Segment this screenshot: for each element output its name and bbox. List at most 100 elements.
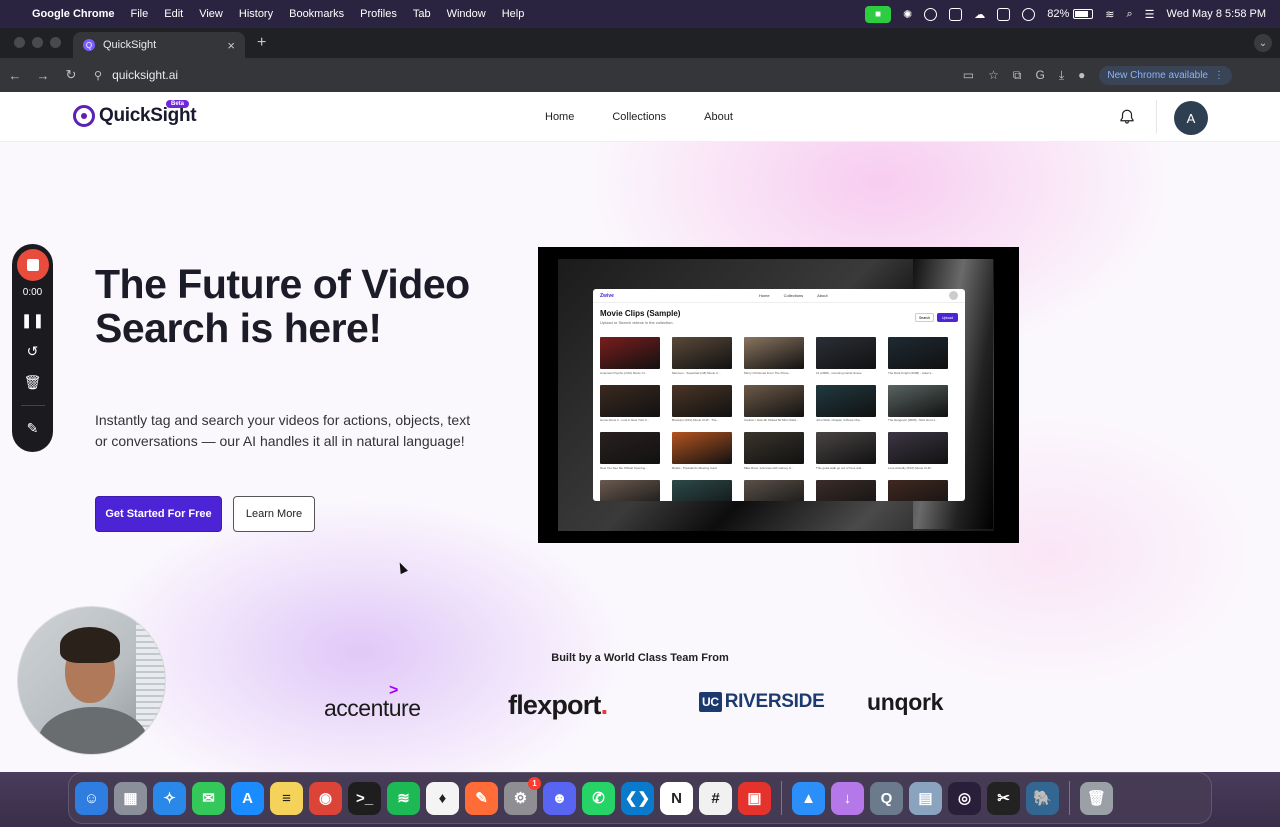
dock-notion-icon[interactable]: N xyxy=(660,781,693,815)
menu-bookmarks[interactable]: Bookmarks xyxy=(289,8,344,20)
menu-app-name[interactable]: Google Chrome xyxy=(32,8,115,20)
dock-system-settings-icon[interactable]: ⚙ 1 xyxy=(504,776,541,815)
address-bar[interactable]: ⚲ quicksight.ai ▭ ☆ ⧉ G ⤓ ● New Chrome a… xyxy=(92,62,1232,88)
demo-clip-caption: Now You See Me Official Opening... xyxy=(600,465,648,470)
dock-spotify-icon[interactable]: ≋ xyxy=(387,781,420,815)
nav-home[interactable]: Home xyxy=(545,111,574,123)
demo-clip-thumbnail xyxy=(888,337,948,369)
dock-whatsapp-icon[interactable]: ✆ xyxy=(582,781,615,815)
extensions-icon[interactable]: ⧉ xyxy=(1013,68,1022,83)
demo-clip-item xyxy=(672,479,732,501)
pause-icon[interactable]: ❚❚ xyxy=(21,311,44,329)
dock-keynote-icon[interactable]: ▲ xyxy=(792,781,825,815)
url-text[interactable]: quicksight.ai xyxy=(112,68,178,82)
close-tab-icon[interactable]: × xyxy=(227,38,235,53)
control-center-icon[interactable]: ☰ xyxy=(1145,8,1155,21)
dock-trash-icon[interactable]: 🗑 xyxy=(1080,781,1113,815)
delete-icon[interactable]: 🗑 xyxy=(24,373,42,391)
dock-messages-icon[interactable]: ✉ xyxy=(192,781,225,815)
dock-quicktime-icon[interactable]: Q xyxy=(870,781,903,815)
chrome-update-button[interactable]: New Chrome available ⋮ xyxy=(1099,65,1232,85)
demo-clip-item: 21 (2008) - Counting Cards Scene xyxy=(816,337,876,375)
weather-icon[interactable]: ☁ xyxy=(974,8,985,21)
dock-final-cut-icon[interactable]: ✂ xyxy=(987,781,1020,815)
menu-tab[interactable]: Tab xyxy=(413,8,431,20)
menu-view[interactable]: View xyxy=(199,8,223,20)
vpn-icon[interactable] xyxy=(949,7,963,21)
dock-app-store-icon[interactable]: A xyxy=(231,781,264,815)
camera-indicator-icon[interactable]: ■ xyxy=(865,5,892,23)
demo-collection-title: Movie Clips (Sample) xyxy=(600,309,681,318)
dock-discord-icon[interactable]: ☻ xyxy=(543,781,576,815)
back-icon[interactable]: ← xyxy=(8,68,22,83)
dock-preview-icon[interactable]: ▤ xyxy=(909,781,942,815)
bookmark-star-icon[interactable]: ☆ xyxy=(988,68,999,82)
dock-obs-icon[interactable]: ◎ xyxy=(948,781,981,815)
demo-clip-item xyxy=(816,479,876,501)
dock-flashcards-icon[interactable]: ▣ xyxy=(738,781,771,815)
quicksight-logo[interactable]: QuickSight Beta xyxy=(73,100,197,127)
webcam-bubble[interactable] xyxy=(17,606,166,755)
keyboard-icon[interactable] xyxy=(997,7,1011,21)
new-tab-icon[interactable]: + xyxy=(245,34,278,58)
dock-notes-icon[interactable]: ≡ xyxy=(270,781,303,815)
learn-more-button[interactable]: Learn More xyxy=(233,496,315,532)
close-window-button[interactable] xyxy=(14,37,25,48)
download-icon[interactable]: ⤓ xyxy=(1059,68,1064,83)
stop-recording-button[interactable] xyxy=(16,249,49,281)
profile-icon[interactable]: ● xyxy=(1078,68,1085,82)
dock-mongodb-icon[interactable]: ♦ xyxy=(426,781,459,815)
cast-icon[interactable]: ▭ xyxy=(963,68,974,82)
tab-quicksight[interactable]: Q QuickSight × xyxy=(73,32,245,58)
dock-launchpad-icon[interactable]: ▦ xyxy=(114,781,147,815)
spotlight-search-icon[interactable]: ⌕ xyxy=(1127,8,1133,21)
uc-mark: UC xyxy=(699,692,722,712)
header-divider xyxy=(1156,100,1157,134)
user-avatar[interactable]: A xyxy=(1174,101,1208,135)
demo-clip-caption: American Psycho (2/10) Movie Cl... xyxy=(600,370,648,375)
dock-downloads-icon[interactable]: ↓ xyxy=(831,781,864,815)
reload-icon[interactable]: ↻ xyxy=(64,67,78,83)
restart-icon[interactable]: ↺ xyxy=(27,342,39,360)
dock-postgres-icon[interactable]: 🐘 xyxy=(1026,781,1059,815)
wifi-icon[interactable]: ≋ xyxy=(1105,8,1114,21)
nav-collections[interactable]: Collections xyxy=(612,111,666,123)
dock-slack-icon[interactable]: # xyxy=(699,781,732,815)
dock-postman-icon[interactable]: ✎ xyxy=(465,781,498,815)
menubar-clock[interactable]: Wed May 8 5:58 PM xyxy=(1167,8,1266,20)
menu-help[interactable]: Help xyxy=(502,8,525,20)
demo-clip-item: Home Alone 2 - Lost in New York C... xyxy=(600,384,660,422)
play-icon[interactable] xyxy=(1022,7,1036,21)
demo-clip-item: Rustic - President's Meeting Card xyxy=(672,432,732,470)
google-icon[interactable]: G xyxy=(1035,68,1044,82)
demo-clip-thumbnail xyxy=(600,337,660,369)
site-info-icon[interactable]: ⚲ xyxy=(94,69,102,82)
dock-finder-icon[interactable]: ☺ xyxy=(75,781,108,815)
get-started-button[interactable]: Get Started For Free xyxy=(95,496,222,532)
menu-profiles[interactable]: Profiles xyxy=(360,8,397,20)
dock-chrome-icon[interactable]: ◉ xyxy=(309,781,342,815)
forward-icon[interactable]: → xyxy=(36,68,50,83)
menu-window[interactable]: Window xyxy=(447,8,486,20)
menu-edit[interactable]: Edit xyxy=(164,8,183,20)
zoom-window-button[interactable] xyxy=(50,37,61,48)
webpage: QuickSight Beta Home Collections About A… xyxy=(0,92,1280,772)
webcam-window-blinds xyxy=(136,617,165,737)
demo-app-screenshot: Zwive Home Collections About Movie Clips… xyxy=(593,289,965,501)
brightness-icon[interactable]: ✺ xyxy=(903,8,912,21)
dock-vscode-icon[interactable]: ❮❯ xyxy=(621,781,654,815)
battery-status[interactable]: 82% xyxy=(1047,8,1094,20)
notification-bell-icon[interactable] xyxy=(1118,108,1136,126)
menu-history[interactable]: History xyxy=(239,8,273,20)
demo-video[interactable]: Zwive Home Collections About Movie Clips… xyxy=(538,247,1019,543)
draw-pencil-icon[interactable]: ✎ xyxy=(27,419,39,437)
screen-record-icon[interactable] xyxy=(924,7,938,21)
menu-file[interactable]: File xyxy=(131,8,149,20)
logo-mark-icon xyxy=(73,105,95,127)
demo-clip-caption: Mercuen - Superbad (1/8) Movie C... xyxy=(672,370,721,375)
dock-safari-icon[interactable]: ✧ xyxy=(153,781,186,815)
minimize-window-button[interactable] xyxy=(32,37,43,48)
nav-about[interactable]: About xyxy=(704,111,733,123)
dock-terminal-icon[interactable]: >_ xyxy=(348,781,381,815)
tab-search-chevron-icon[interactable]: ⌄ xyxy=(1254,34,1272,52)
